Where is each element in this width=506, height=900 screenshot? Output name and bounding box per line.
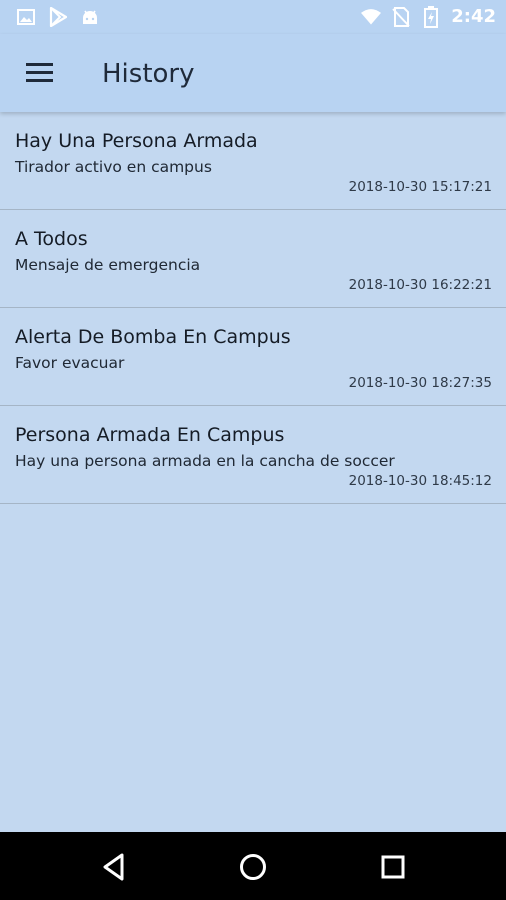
recents-icon [381, 855, 405, 879]
back-button[interactable] [97, 850, 131, 884]
play-store-icon [48, 7, 68, 27]
item-title: Persona Armada En Campus [15, 424, 285, 446]
item-message: Mensaje de emergencia [15, 256, 201, 274]
item-message: Favor evacuar [15, 354, 125, 372]
status-time: 2:42 [451, 6, 496, 27]
recents-button[interactable] [376, 850, 410, 884]
list-item[interactable]: Hay Una Persona Armada Tirador activo en… [0, 112, 506, 210]
no-sim-icon [391, 7, 411, 27]
app-bar: History [0, 34, 506, 112]
status-bar: 2:42 [0, 0, 506, 34]
home-button[interactable] [236, 850, 270, 884]
item-timestamp: 2018-10-30 18:27:35 [348, 375, 492, 391]
item-message: Hay una persona armada en la cancha de s… [15, 452, 395, 470]
list-item[interactable]: A Todos Mensaje de emergencia 2018-10-30… [0, 210, 506, 308]
item-timestamp: 2018-10-30 15:17:21 [348, 179, 492, 195]
item-message: Tirador activo en campus [15, 158, 212, 176]
item-title: A Todos [15, 228, 88, 250]
history-list: Hay Una Persona Armada Tirador activo en… [0, 112, 506, 504]
menu-button[interactable] [20, 56, 60, 90]
list-item[interactable]: Persona Armada En Campus Hay una persona… [0, 406, 506, 504]
item-title: Hay Una Persona Armada [15, 130, 258, 152]
navigation-bar [0, 832, 506, 900]
home-icon [240, 854, 266, 880]
item-timestamp: 2018-10-30 18:45:12 [348, 473, 492, 489]
image-icon [16, 7, 36, 27]
page-title: History [102, 59, 195, 89]
item-title: Alerta De Bomba En Campus [15, 326, 291, 348]
hamburger-menu-icon [26, 63, 53, 82]
android-icon [80, 7, 100, 27]
back-icon [103, 853, 124, 881]
item-timestamp: 2018-10-30 16:22:21 [348, 277, 492, 293]
list-item[interactable]: Alerta De Bomba En Campus Favor evacuar … [0, 308, 506, 406]
wifi-icon [361, 7, 382, 27]
battery-charging-icon [421, 6, 441, 28]
